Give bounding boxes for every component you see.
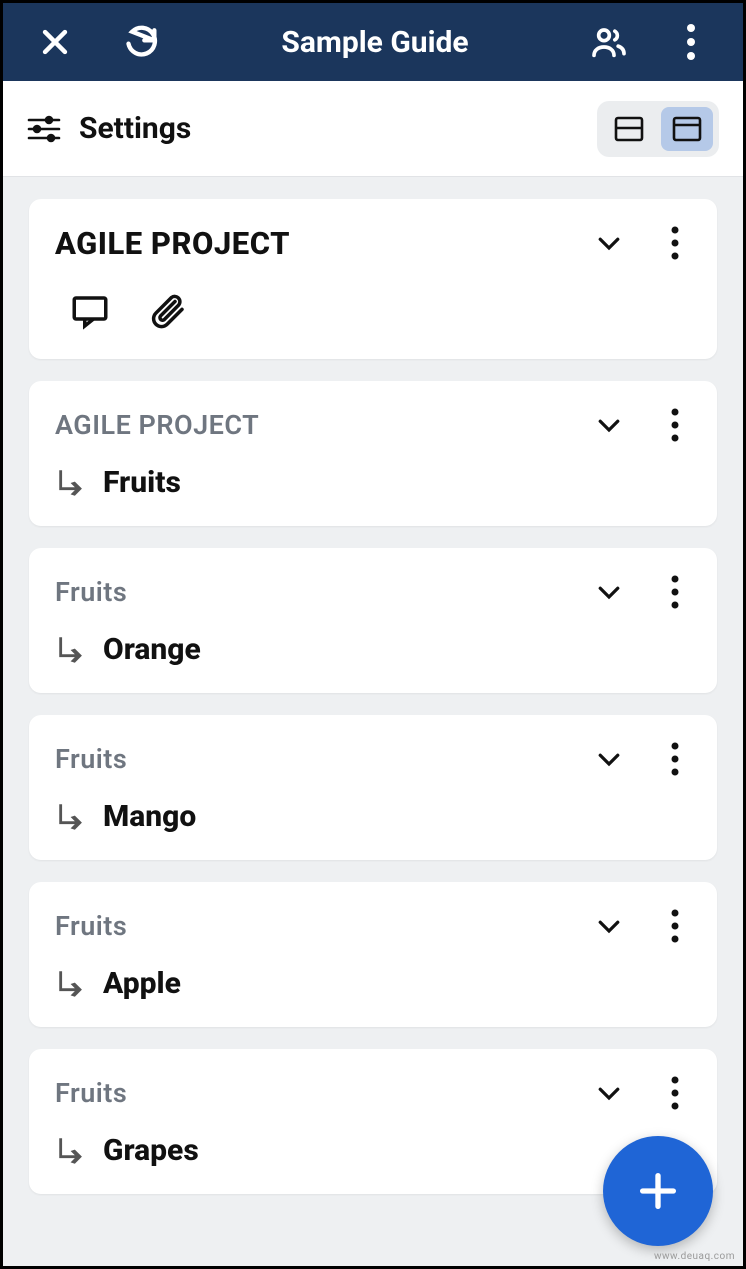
subtask-arrow-icon: [55, 466, 89, 500]
subtask-arrow-icon: [55, 1134, 89, 1168]
child-label: Apple: [103, 966, 181, 1001]
child-label: Mango: [103, 799, 196, 834]
view-toggle: [597, 101, 719, 157]
item-menu-button[interactable]: [659, 1073, 691, 1113]
expand-button[interactable]: [589, 906, 629, 946]
item-menu-button[interactable]: [659, 739, 691, 779]
watermark: www.deuaq.com: [654, 1251, 735, 1262]
add-fab[interactable]: [603, 1136, 713, 1246]
page-title: Sample Guide: [167, 25, 583, 60]
subtask-arrow-icon: [55, 633, 89, 667]
item-card[interactable]: Fruits Orange: [29, 548, 717, 693]
item-menu-button[interactable]: [659, 223, 691, 263]
item-menu-button[interactable]: [659, 405, 691, 445]
overflow-menu-button[interactable]: [665, 16, 717, 68]
child-label: Fruits: [103, 465, 181, 500]
top-bar: Sample Guide: [3, 3, 743, 81]
close-button[interactable]: [29, 16, 81, 68]
card-list: AGILE PROJECT AGILE PROJECT: [3, 177, 743, 1216]
settings-label[interactable]: Settings: [79, 111, 191, 146]
expand-button[interactable]: [589, 223, 629, 263]
refresh-button[interactable]: [115, 16, 167, 68]
expand-button[interactable]: [589, 1073, 629, 1113]
expand-button[interactable]: [589, 405, 629, 445]
subtask-arrow-icon: [55, 800, 89, 834]
parent-label: Fruits: [55, 910, 589, 942]
subtask-arrow-icon: [55, 967, 89, 1001]
app-frame: Sample Guide Settings: [0, 0, 746, 1269]
child-label: Orange: [103, 632, 201, 667]
item-card[interactable]: Fruits Apple: [29, 882, 717, 1027]
expand-button[interactable]: [589, 739, 629, 779]
parent-label: Fruits: [55, 1077, 589, 1109]
view-option-stack[interactable]: [603, 107, 655, 151]
item-card[interactable]: Fruits Mango: [29, 715, 717, 860]
parent-label: Fruits: [55, 576, 589, 608]
comment-icon[interactable]: [69, 291, 111, 333]
parent-label: Fruits: [55, 743, 589, 775]
settings-icon[interactable]: [27, 115, 61, 143]
item-menu-button[interactable]: [659, 572, 691, 612]
people-button[interactable]: [583, 16, 635, 68]
view-option-card[interactable]: [661, 107, 713, 151]
project-root-card[interactable]: AGILE PROJECT: [29, 199, 717, 359]
child-label: Grapes: [103, 1133, 199, 1168]
attachment-icon[interactable]: [147, 291, 189, 333]
item-card[interactable]: AGILE PROJECT Fruits: [29, 381, 717, 526]
item-menu-button[interactable]: [659, 906, 691, 946]
root-title: AGILE PROJECT: [55, 225, 589, 262]
parent-label: AGILE PROJECT: [55, 409, 589, 441]
settings-bar: Settings: [3, 81, 743, 177]
expand-button[interactable]: [589, 572, 629, 612]
